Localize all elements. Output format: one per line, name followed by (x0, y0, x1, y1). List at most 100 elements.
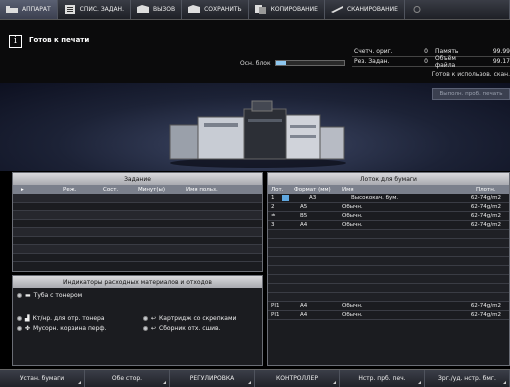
toner-tube-icon: ▬ (25, 292, 31, 299)
counter-row: Счетч. ориг. 0 Память 99.99 (352, 47, 510, 57)
bottom-bar: Устан. бумаги Обе стор. РЕГУЛИРОВКА КОНТ… (0, 369, 510, 387)
tray-paper-name: Обычн. (342, 222, 363, 228)
counter-label: Объём файла (435, 54, 456, 69)
job-row[interactable] (13, 203, 262, 211)
main-unit-level-bar (275, 60, 345, 66)
col-minutes[interactable]: Минут(ы) (138, 187, 186, 193)
staple-waste-icon: ↩ (151, 325, 157, 332)
waste-toner-icon: ▟ (25, 315, 30, 322)
main-unit-level-fill (276, 61, 287, 65)
printer-machine-image (169, 100, 346, 168)
tray-paper-name: Обычн. (342, 204, 363, 210)
counter-row: Рез. Задан. 0 Объём файла 99.17 (352, 54, 510, 69)
tray-table-header: Лот. Формат (мм) Имя Плотн. (268, 185, 509, 194)
col-status[interactable]: Сост. (103, 187, 138, 193)
counters-table: Счетч. ориг. 0 Память 99.99 Рез. Задан. … (352, 47, 510, 69)
consumables-title: Индикаторы расходных материалов и отходо… (13, 276, 262, 288)
paper-setting-load-button[interactable]: Зрг./уд. нстр. бмг. (425, 370, 510, 387)
save-icon (188, 5, 201, 13)
tray-format: A5 (300, 204, 308, 210)
tab-label: КОПИРОВАНИЕ (270, 6, 318, 13)
tray-row[interactable]: 2 A5 Обычн. 62-74g/m2 (268, 203, 509, 212)
tray-paper-name: Высококач. бум. (351, 195, 399, 201)
tray-row[interactable]: 3 A4 Обычн. 62-74g/m2 (268, 221, 509, 230)
tray-row[interactable]: 1 A3 Высококач. бум. 62-74g/m2 (268, 194, 509, 203)
tab-job-list[interactable]: СПИС. ЗАДАН. (58, 0, 131, 19)
tab-copy[interactable]: КОПИРОВАНИЕ (249, 0, 325, 19)
tray-lot: PI1 (271, 312, 280, 318)
tab-label: ВЫЗОВ (152, 6, 176, 13)
tab-label: СОХРАНИТЬ (204, 6, 242, 13)
job-row[interactable] (13, 228, 262, 237)
job-row[interactable] (13, 237, 262, 245)
adjustment-button[interactable]: РЕГУЛИРОВКА (170, 370, 255, 387)
machine-icon (6, 6, 18, 13)
scan-icon (330, 6, 343, 13)
status-dot (143, 326, 148, 331)
tray-rows: 1 A3 Высококач. бум. 62-74g/m2 2 A5 Обычн. 62-7… (268, 194, 509, 320)
job-row[interactable] (13, 245, 262, 254)
tray-format: A4 (300, 312, 308, 318)
tab-save[interactable]: СОХРАНИТЬ (182, 0, 249, 19)
tab-label: АППАРАТ (22, 6, 51, 13)
tray-paper-name: Обычн. (342, 312, 363, 318)
tray-panel-title: Лоток для бумаги (268, 173, 509, 185)
tab-recall[interactable]: ВЫЗОВ (131, 0, 183, 19)
col-density: Плотн. (476, 186, 496, 193)
consumable-item: ▟ Кт/нр. для отр. тонера (17, 315, 105, 322)
tray-row-empty (268, 257, 509, 266)
status-dot (17, 326, 22, 331)
tray-density: 62-74g/m2 (470, 204, 501, 210)
tab-label: СКАНИРОВАНИЕ (346, 6, 398, 13)
sort-icon[interactable]: ▸ (13, 187, 63, 193)
counter-value: 99.17 (492, 58, 510, 65)
proof-print-button[interactable]: Выполн. проб. печать (432, 88, 510, 100)
machine-banner: Выполн. проб. печать (0, 83, 510, 171)
col-tray: Лот. (271, 186, 284, 193)
col-name: Имя (342, 186, 354, 193)
info-icon: i (9, 35, 22, 48)
tray-lot: 2 (271, 204, 275, 210)
counter-value: 0 (424, 48, 428, 55)
col-mode[interactable]: Реж. (63, 187, 103, 193)
tray-format: A3 (309, 195, 317, 201)
consumable-label: Туба с тонером (33, 292, 83, 299)
consumable-item: ✤ Мусорн. корзина перф. (17, 325, 106, 332)
consumable-item: ▬ Туба с тонером (17, 292, 82, 299)
job-row[interactable] (13, 254, 262, 262)
col-user[interactable]: Имя польз. (186, 187, 262, 193)
tray-row-empty (268, 230, 509, 239)
tray-lot: PI1 (271, 303, 280, 309)
counter-label: Рез. Задан. (354, 58, 390, 65)
staple-cartridge-icon: ↩ (151, 315, 157, 322)
paper-tray-panel: Лоток для бумаги Лот. Формат (мм) Имя Пл… (267, 172, 510, 366)
tray-format: B5 (300, 213, 308, 219)
proof-print-settings-button[interactable]: Нстр. прб. печ. (340, 370, 425, 387)
tray-lot: 3 (271, 222, 275, 228)
top-tab-bar: АППАРАТ СПИС. ЗАДАН. ВЫЗОВ СОХРАНИТЬ КОП… (0, 0, 510, 20)
tray-row[interactable]: PI1 A4 Обычн. 62-74g/m2 (268, 311, 509, 320)
tray-row[interactable]: PI1 A4 Обычн. 62-74g/m2 (268, 302, 509, 311)
status-dot (17, 293, 22, 298)
tab-extra[interactable] (405, 0, 510, 19)
tray-row[interactable]: ≐ B5 Обычн. 62-74g/m2 (268, 212, 509, 221)
counter-value: 0 (424, 58, 428, 65)
copy-icon (254, 5, 266, 14)
consumable-item: ↩ Сборник отх. сшив. (143, 325, 220, 332)
controller-button[interactable]: КОНТРОЛЛЕР (255, 370, 340, 387)
tab-scan[interactable]: СКАНИРОВАНИЕ (325, 0, 405, 19)
tray-density: 62-74g/m2 (470, 312, 501, 318)
job-row[interactable] (13, 194, 262, 203)
selected-tray-icon (282, 195, 289, 201)
status-message: Готов к печати (29, 36, 90, 44)
job-row[interactable] (13, 211, 262, 220)
tray-format: A4 (300, 222, 308, 228)
status-dot (143, 316, 148, 321)
punch-waste-icon: ✤ (25, 325, 31, 332)
tab-machine[interactable]: АППАРАТ (0, 0, 58, 19)
job-row[interactable] (13, 220, 262, 228)
consumable-item: ↩ Картридж со скрепками (143, 315, 236, 322)
paper-setting-button[interactable]: Устан. бумаги (0, 370, 85, 387)
duplex-button[interactable]: Обе стор. (85, 370, 170, 387)
consumable-label: Картридж со скрепками (159, 315, 237, 322)
